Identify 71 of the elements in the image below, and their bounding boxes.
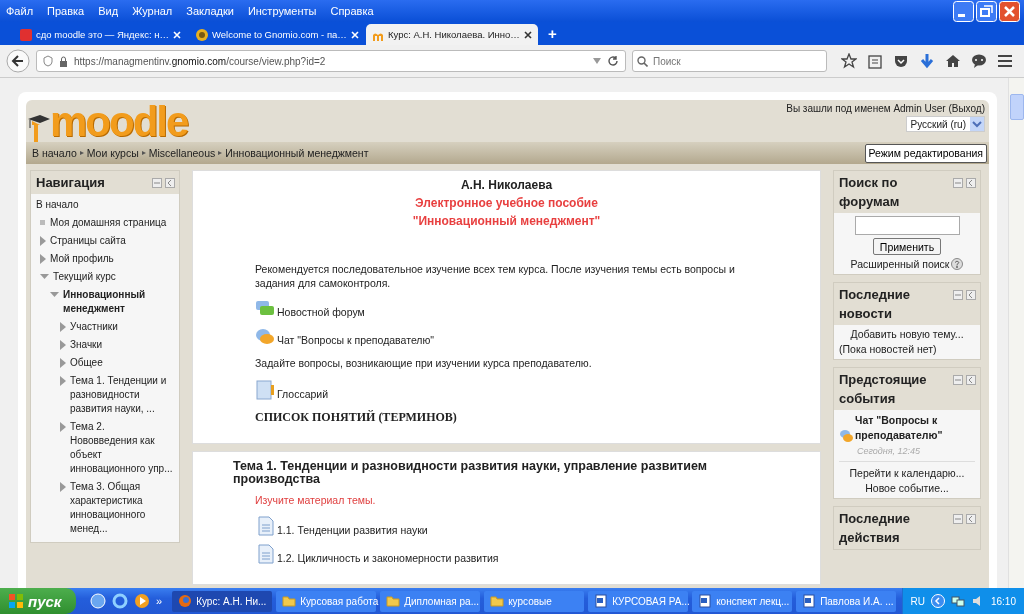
menu-item[interactable]: Инструменты bbox=[247, 5, 317, 17]
language-select[interactable]: Русский (ru) bbox=[905, 116, 985, 132]
browser-tab[interactable]: Welcome to Gnomio.com - па… bbox=[190, 24, 362, 45]
logo-text: moodle bbox=[50, 102, 188, 142]
event-time: Сегодня, 12:45 bbox=[856, 446, 922, 456]
taskbar-button[interactable]: курсовые bbox=[484, 590, 585, 612]
nav-link[interactable]: Общее bbox=[70, 356, 103, 370]
block-title: Навигация bbox=[36, 174, 106, 192]
start-button[interactable]: пуск bbox=[0, 588, 76, 614]
nav-link[interactable]: Текущий курс bbox=[53, 270, 116, 284]
taskbar-button[interactable]: Курсовая работа bbox=[276, 590, 377, 612]
menu-item[interactable]: Журнал bbox=[132, 5, 173, 17]
nav-link[interactable]: Значки bbox=[70, 338, 103, 352]
search-field[interactable]: Поиск bbox=[632, 50, 827, 72]
block-title: Предстоящие события bbox=[839, 371, 928, 408]
taskbar-button[interactable]: конспект лекц... bbox=[692, 590, 793, 612]
menu-item[interactable]: Правка bbox=[47, 5, 85, 17]
resource-link[interactable]: 1.1. Тенденции развития науки bbox=[277, 524, 428, 536]
clock-text: 16:10 bbox=[990, 595, 1016, 607]
browser-tab[interactable]: Курс: А.Н. Николаева. Инно… bbox=[366, 24, 538, 45]
block-title: Последние действия bbox=[839, 510, 911, 547]
nav-link[interactable]: Тема 3. Общая характеристика инновационного менед... bbox=[70, 480, 174, 536]
terms-heading: СПИСОК ПОНЯТИЙ (ТЕРМИНОВ) bbox=[255, 410, 458, 425]
calendar-link[interactable]: Новое событие... bbox=[865, 482, 949, 494]
nav-link[interactable]: Тема 1. Тенденции и разновидности развития науки, ... bbox=[70, 374, 174, 416]
browser-tab[interactable]: сдо moodle это — Яндекс: н… bbox=[14, 24, 186, 45]
block-title: Поиск по форумам bbox=[839, 174, 901, 211]
block-title: Последние новости bbox=[839, 286, 911, 323]
topic-heading: Тема 1. Тенденции и разновидности развития науки, управление развитием производства bbox=[233, 460, 708, 486]
taskbar-button[interactable]: Дипломная ра... bbox=[380, 590, 481, 612]
new-tab-button[interactable]: + bbox=[548, 25, 557, 42]
menu-item[interactable]: Справка bbox=[330, 5, 374, 17]
add-topic-link[interactable]: Добавить новую тему... bbox=[850, 328, 964, 340]
taskbar-button[interactable]: КУРСОВАЯ РА... bbox=[588, 590, 689, 612]
address-field[interactable]: https://managmentinv.gnomio.com/course/view.php?id=2 bbox=[36, 50, 626, 72]
taskbar-button[interactable]: Курс: А.Н. Ни... bbox=[172, 590, 273, 612]
more-button[interactable]: » bbox=[156, 595, 163, 607]
logout-link[interactable]: (Выход) bbox=[948, 103, 985, 114]
breadcrumb-link[interactable]: Мои курсы bbox=[86, 147, 139, 159]
menu-item[interactable]: Закладки bbox=[186, 5, 234, 17]
login-text: Вы зашли под именем bbox=[786, 103, 891, 114]
text-paragraph: Рекомендуется последовательное изучение всех тем курса. После изучения темы есть вопросы и задания для самоконтроля. bbox=[255, 262, 736, 290]
text-paragraph: Задайте вопросы, возникающие при изучении курса преподавателю. bbox=[255, 356, 593, 370]
apply-button[interactable]: Применить bbox=[872, 238, 942, 255]
nav-link[interactable]: Инновационный менеджмент bbox=[63, 288, 174, 316]
nav-link[interactable]: Мой профиль bbox=[50, 252, 114, 266]
nav-link[interactable]: Страницы сайта bbox=[50, 234, 126, 248]
author-name: А.Н. Николаева bbox=[459, 178, 554, 192]
resource-link[interactable]: 1.2. Цикличность и закономерности развития bbox=[277, 552, 499, 564]
advanced-search-link[interactable]: Расширенный поиск bbox=[850, 258, 950, 270]
activity-link[interactable]: Глоссарий bbox=[277, 388, 329, 400]
menu-item[interactable]: Вид bbox=[98, 5, 119, 17]
breadcrumb-link[interactable]: В начало bbox=[32, 147, 77, 159]
topic-note: Изучите материал темы. bbox=[254, 494, 377, 506]
edit-mode-button[interactable]: Режим редактирования bbox=[864, 143, 987, 163]
empty-news-text: (Пока новостей нет) bbox=[839, 343, 937, 355]
breadcrumb-link[interactable]: Miscellaneous bbox=[148, 147, 216, 159]
nav-link[interactable]: В начало bbox=[36, 198, 79, 212]
nav-link[interactable]: Участники bbox=[70, 320, 118, 334]
course-title: Электронное учебное пособие bbox=[414, 196, 599, 210]
user-link[interactable]: Admin User bbox=[893, 103, 946, 114]
activity-link[interactable]: Чат "Вопросы к преподавателю" bbox=[277, 334, 435, 346]
taskbar-button[interactable]: Павлова И.А. ... bbox=[796, 590, 897, 612]
course-title: "Инновационный менеджмент" bbox=[411, 214, 602, 228]
calendar-link[interactable]: Перейти к календарю... bbox=[849, 467, 965, 479]
menu-item[interactable]: Файл bbox=[6, 5, 34, 17]
nav-link[interactable]: Моя домашняя страница bbox=[50, 216, 167, 230]
nav-link[interactable]: Тема 2. Нововведения как объект инновационного упр... bbox=[70, 420, 174, 476]
breadcrumb-link[interactable]: Инновационный менеджмент bbox=[225, 147, 369, 159]
event-link[interactable]: Чат "Вопросы к преподавателю" bbox=[855, 413, 975, 443]
activity-link[interactable]: Новостной форум bbox=[277, 306, 365, 318]
